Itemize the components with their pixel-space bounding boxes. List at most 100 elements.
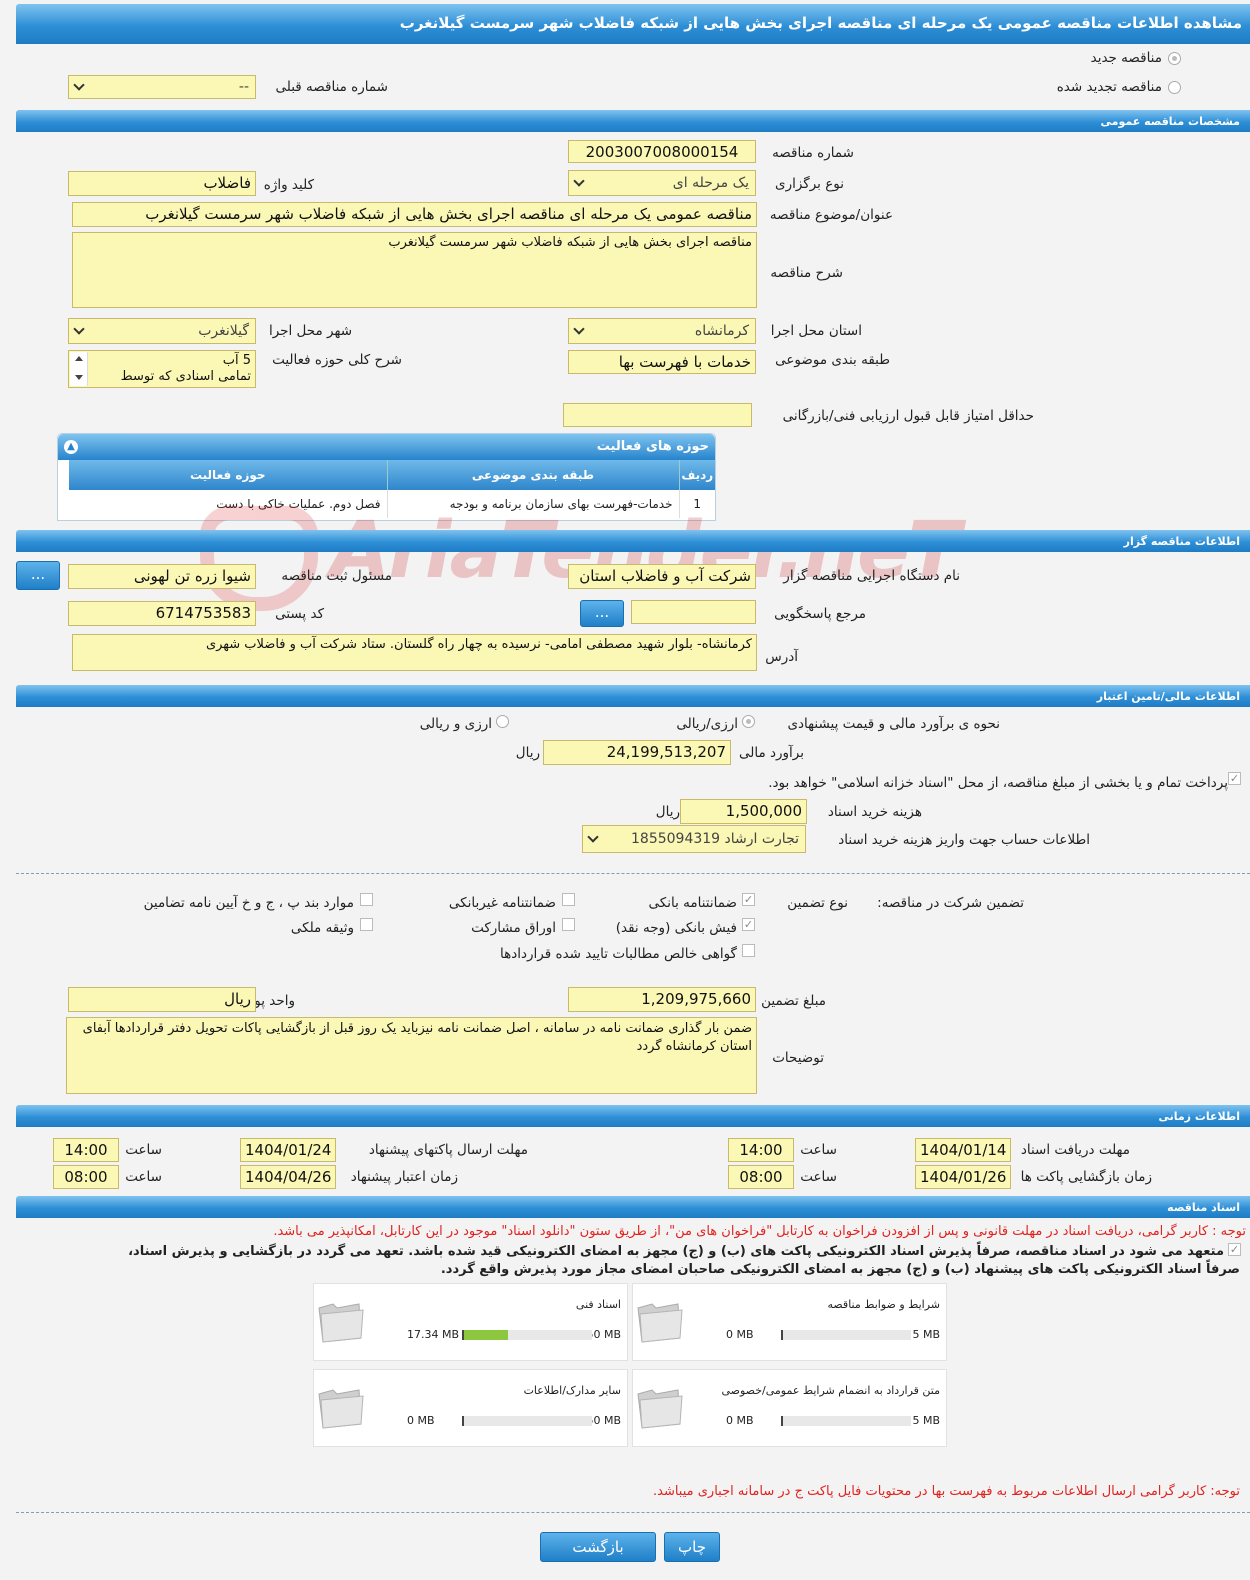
validity-date-field: 1404/04/26 <box>240 1165 336 1189</box>
account-label: اطلاعات حساب جهت واریز هزینه خرید اسناد <box>838 832 1090 848</box>
folder-icon[interactable] <box>634 1298 686 1344</box>
guarantee-title: تضمین شرکت در مناقصه: <box>877 895 1024 911</box>
bank-guarantee-checkbox[interactable]: ✓ <box>742 893 755 906</box>
city-select[interactable]: گیلانغرب <box>68 318 256 344</box>
send-time-field: 14:00 <box>53 1138 119 1162</box>
bank-receipt-label: فیش بانکی (وجه نقد) <box>615 920 737 936</box>
folder-icon[interactable] <box>315 1384 367 1430</box>
postal-code-label: کد پستی <box>275 606 324 622</box>
address-label: آدرس <box>765 649 798 665</box>
province-select[interactable]: کرمانشاه <box>568 318 756 344</box>
validity-label: زمان اعتبار پیشنهاد <box>350 1169 458 1185</box>
row-number: 1 <box>678 490 715 518</box>
folder-icon[interactable] <box>315 1298 367 1344</box>
claims-certificate-label: گواهی خالص مطالبات تایید شده قراردادها <box>500 946 737 962</box>
organizer-name-field: شرکت آب و فاضلاب استان <box>568 564 756 589</box>
activity-header: حوزه های فعالیت <box>58 434 715 460</box>
document-card-max: 5 MB <box>912 1414 940 1427</box>
subject-class-field: خدمات با فهرست بها <box>568 350 756 374</box>
bank-receipt-checkbox[interactable]: ✓ <box>742 918 755 931</box>
scope-list[interactable]: 5 آب تمامی اسنادی که توسط <box>68 350 256 388</box>
registrar-field: شیوا زره تن لهونی <box>68 564 256 589</box>
notes-label: توضیحات <box>772 1050 824 1066</box>
subject-label: عنوان/موضوع مناقصه <box>769 207 893 223</box>
property-collateral-checkbox[interactable] <box>360 918 373 931</box>
document-card-used: 0 MB <box>726 1328 754 1341</box>
doc-fee-unit: ریال <box>655 804 680 820</box>
estimate-method-label: نحوه ی برآورد مالی و قیمت پیشنهادی <box>787 716 1000 732</box>
previous-tender-select[interactable]: -- <box>68 75 256 99</box>
section-general-title: مشخصات مناقصه عمومی <box>1100 115 1240 128</box>
folder-icon[interactable] <box>634 1384 686 1430</box>
regulation-items-label: موارد بند پ ، ج و خ آیین نامه تضامین <box>143 895 354 911</box>
document-card-title: اسناد فنی <box>575 1298 621 1311</box>
description-label: شرح مناقصه <box>770 265 843 281</box>
opening-time-label: زمان بازگشایی پاکت ها <box>1020 1169 1152 1185</box>
registrar-lookup-button[interactable]: ... <box>16 561 60 590</box>
section-finance-title: اطلاعات مالی/تامین اعتبار <box>1096 690 1240 703</box>
reference-field <box>631 600 756 624</box>
keyword-label: کلید واژه <box>263 177 314 193</box>
receive-time-field: 14:00 <box>728 1138 794 1162</box>
divider <box>16 873 1250 874</box>
section-documents-title: اسناد مناقصه <box>1167 1201 1240 1214</box>
send-date-field: 1404/01/24 <box>240 1138 336 1162</box>
document-card-progress <box>462 1330 592 1340</box>
currency-field: ریال <box>68 987 256 1012</box>
new-tender-radio[interactable] <box>1168 52 1181 65</box>
section-general: مشخصات مناقصه عمومی <box>16 110 1250 132</box>
bonds-checkbox[interactable] <box>562 918 575 931</box>
account-select[interactable]: تجارت ارشاد 1855094319 <box>582 825 806 853</box>
document-card-used: 0 MB <box>726 1414 754 1427</box>
city-value: گیلانغرب <box>198 323 249 339</box>
bank-guarantee-label: ضمانتنامه بانکی <box>648 895 738 911</box>
opening-hour-field: 08:00 <box>728 1165 794 1189</box>
currency-and-rial-radio[interactable] <box>496 715 509 728</box>
province-label: استان محل اجرا <box>770 323 862 339</box>
holding-type-select[interactable]: یک مرحله ای <box>568 170 756 196</box>
commitment-checkbox[interactable]: ✓ <box>1228 1243 1241 1256</box>
document-card[interactable]: اسناد فنی 50 MB 17.34 MB <box>313 1283 628 1361</box>
documents-note: توجه : کاربر گرامی، دریافت اسناد در مهلت… <box>273 1224 1246 1239</box>
notes-field: ضمن بار گذاری ضمانت نامه در سامانه ، اصل… <box>66 1017 757 1094</box>
treasury-label: پرداخت تمام و یا بخشی از مبلغ مناقصه، از… <box>768 775 1228 791</box>
bonds-label: اوراق مشارکت <box>471 920 556 936</box>
min-score-field <box>563 403 752 427</box>
receive-deadline-label: مهلت دریافت اسناد <box>1020 1142 1130 1158</box>
reference-label: مرجع پاسخگویی <box>774 606 866 622</box>
document-card[interactable]: سایر مدارک/اطلاعات 50 MB 0 MB <box>313 1369 628 1447</box>
section-finance: اطلاعات مالی/تامین اعتبار <box>16 685 1250 707</box>
holding-type-value: یک مرحله ای <box>672 175 749 191</box>
guarantee-amount-field: 1,209,975,660 <box>568 987 756 1012</box>
min-score-label: حداقل امتیاز قابل قبول ارزیابی فنی/بازرگ… <box>782 408 1034 424</box>
document-card[interactable]: شرایط و ضوابط مناقصه 5 MB 0 MB <box>632 1283 947 1361</box>
price-list-note: توجه: کاربر گرامی ارسال اطلاعات مربوط به… <box>653 1484 1240 1499</box>
opening-date-field: 1404/01/26 <box>915 1165 1011 1189</box>
property-collateral-label: وثیقه ملکی <box>290 920 354 936</box>
receive-time-label: ساعت <box>800 1142 837 1158</box>
collapse-icon[interactable]: ▲ <box>64 440 78 454</box>
currency-rial-radio[interactable] <box>742 715 755 728</box>
section-organizer-title: اطلاعات مناقصه گزار <box>1123 535 1240 548</box>
scope-line-1: 5 آب <box>222 353 251 368</box>
section-organizer: اطلاعات مناقصه گزار <box>16 530 1250 552</box>
address-field: کرمانشاه- بلوار شهید مصطفی امامی- نرسیده… <box>72 634 757 671</box>
claims-certificate-checkbox[interactable] <box>742 944 755 957</box>
back-button[interactable]: بازگشت <box>540 1532 656 1562</box>
doc-fee-label: هزینه خرید اسناد <box>827 804 922 820</box>
scope-scrollbar[interactable] <box>70 352 88 386</box>
print-button[interactable]: چاپ <box>664 1532 720 1562</box>
arrow-down-icon <box>75 375 83 380</box>
postal-code-field: 6714753583 <box>68 601 256 626</box>
col-row: ردیف <box>678 460 715 490</box>
treasury-checkbox[interactable]: ✓ <box>1228 772 1241 785</box>
previous-tender-label: شماره مناقصه قبلی <box>275 79 388 95</box>
reference-lookup-button[interactable]: ... <box>580 600 624 627</box>
renewed-tender-radio[interactable] <box>1168 81 1181 94</box>
scope-label: شرح کلی حوزه فعالیت <box>272 352 402 368</box>
chevron-down-icon <box>73 323 85 335</box>
document-card[interactable]: متن قرارداد به انضمام شرایط عمومی/خصوصی 5… <box>632 1369 947 1447</box>
page-title-bar: مشاهده اطلاعات مناقصه عمومی یک مرحله ای … <box>16 4 1250 44</box>
nonbank-guarantee-checkbox[interactable] <box>562 893 575 906</box>
regulation-items-checkbox[interactable] <box>360 893 373 906</box>
